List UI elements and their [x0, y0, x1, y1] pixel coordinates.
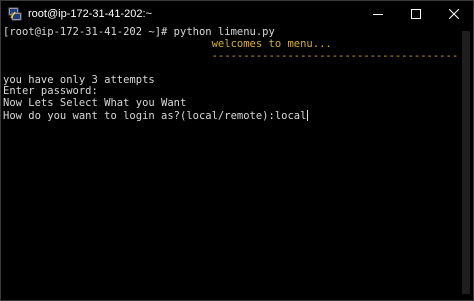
window-controls: [359, 1, 473, 26]
vertical-scrollbar[interactable]: [459, 27, 473, 300]
terminal-line-login-prompt: How do you want to login as?(local/remot…: [3, 110, 459, 122]
close-icon: [449, 8, 459, 19]
terminal-line-select: Now Lets Select What you Want: [3, 97, 187, 110]
close-button[interactable]: [435, 1, 473, 26]
terminal-output[interactable]: [root@ip-172-31-41-202 ~]# python limenu…: [1, 27, 459, 300]
maximize-button[interactable]: [397, 1, 435, 26]
putty-app-icon[interactable]: [8, 7, 22, 21]
scrollbar-thumb[interactable]: [462, 31, 470, 294]
login-prompt-text: How do you want to login as?(local/remot…: [3, 110, 307, 123]
minimize-button[interactable]: [359, 1, 397, 26]
terminal-window: root@ip-172-31-41-202:~ [root@ip-172-31-…: [0, 0, 474, 301]
title-bar[interactable]: root@ip-172-31-41-202:~: [1, 1, 473, 26]
text-cursor: [307, 110, 309, 122]
terminal-line-separator: ----------------------------------------…: [3, 49, 459, 62]
terminal-line-welcome: welcomes to menu...: [3, 37, 332, 50]
window-title: root@ip-172-31-41-202:~: [28, 7, 152, 20]
maximize-icon: [411, 8, 421, 19]
minimize-icon: [373, 13, 383, 15]
